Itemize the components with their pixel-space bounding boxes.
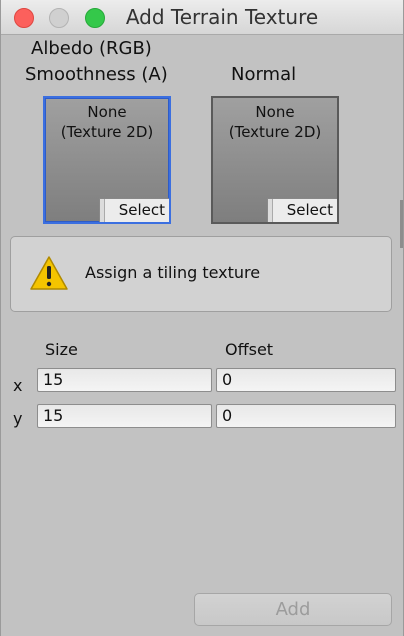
- add-terrain-texture-window: Add Terrain Texture Albedo (RGB) Smoothn…: [0, 0, 404, 636]
- title-bar[interactable]: Add Terrain Texture: [1, 0, 403, 35]
- offset-column-label: Offset: [225, 340, 274, 359]
- normal-label: Normal: [231, 64, 297, 85]
- albedo-select-button[interactable]: Select: [99, 198, 169, 222]
- albedo-texture-value: None (Texture 2D): [60, 103, 154, 141]
- warning-message: Assign a tiling texture: [85, 263, 261, 282]
- smoothness-label: Smoothness (A): [25, 64, 168, 85]
- offset-y-field[interactable]: 0: [216, 404, 396, 428]
- normal-select-button[interactable]: Select: [267, 198, 337, 222]
- size-y-field[interactable]: 15: [37, 404, 212, 428]
- normal-texture-slot[interactable]: None (Texture 2D) Select: [211, 96, 339, 224]
- size-column-label: Size: [45, 340, 78, 359]
- x-axis-label: x: [13, 376, 23, 395]
- albedo-label: Albedo (RGB): [31, 38, 152, 59]
- warning-triangle-icon: [30, 256, 68, 290]
- add-button[interactable]: Add: [194, 593, 392, 626]
- normal-texture-value: None (Texture 2D): [228, 103, 322, 141]
- warning-help-box: Assign a tiling texture: [10, 236, 392, 312]
- select-handle: [100, 199, 105, 222]
- window-resize-edge[interactable]: [400, 200, 403, 248]
- offset-x-field[interactable]: 0: [216, 368, 396, 392]
- size-x-field[interactable]: 15: [37, 368, 212, 392]
- normal-select-label: Select: [286, 201, 333, 219]
- select-handle: [268, 199, 273, 222]
- albedo-texture-slot[interactable]: None (Texture 2D) Select: [43, 96, 171, 224]
- albedo-select-label: Select: [118, 201, 165, 219]
- window-title: Add Terrain Texture: [125, 5, 319, 29]
- y-axis-label: y: [13, 409, 23, 428]
